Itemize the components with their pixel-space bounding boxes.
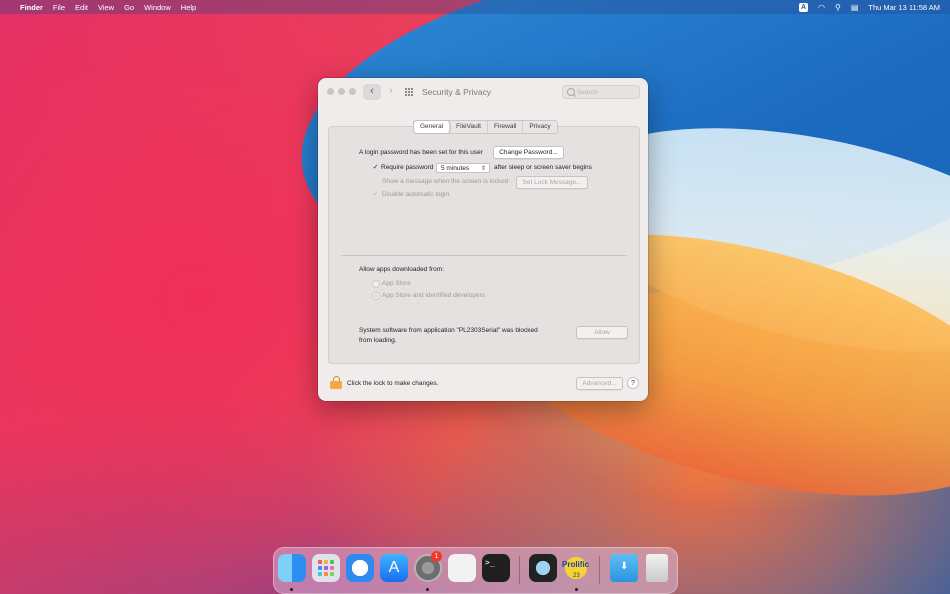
menu-go[interactable]: Go xyxy=(124,3,134,12)
menu-view[interactable]: View xyxy=(98,3,114,12)
prolific-sublabel: 23 xyxy=(573,573,580,579)
dock-separator xyxy=(519,556,520,584)
menu-file[interactable]: File xyxy=(53,3,65,12)
radio-app-store-identified[interactable] xyxy=(372,292,380,300)
menu-edit[interactable]: Edit xyxy=(75,3,88,12)
dock-downloads-folder-icon[interactable]: ⬇ xyxy=(610,554,638,582)
security-privacy-window: ‹ › Security & Privacy Search General Fi… xyxy=(318,78,648,401)
prolific-label: Prolific xyxy=(562,560,590,569)
spotlight-icon[interactable]: ⚲ xyxy=(835,3,841,12)
dock-terminal-icon[interactable]: >_ xyxy=(482,554,510,582)
input-source-icon[interactable]: A xyxy=(799,2,809,12)
blocked-software-text-line1: System software from application "PL2303… xyxy=(359,327,538,334)
search-icon xyxy=(567,88,575,96)
change-password-button[interactable]: Change Password... xyxy=(493,146,564,159)
menu-help[interactable]: Help xyxy=(181,3,196,12)
require-password-delay-value: 5 minutes xyxy=(441,165,470,172)
general-panel: A login password has been set for this u… xyxy=(328,126,640,364)
search-placeholder: Search xyxy=(577,89,598,96)
dock-quicktime-icon[interactable] xyxy=(529,554,557,582)
menubar-status-area: A ◠ ⚲ ▤ Thu Mar 13 11:58 AM xyxy=(799,2,940,12)
lock-icon[interactable] xyxy=(330,376,342,389)
wifi-icon[interactable]: ◠ xyxy=(818,3,825,12)
minimize-button[interactable] xyxy=(338,88,345,95)
tab-firewall[interactable]: Firewall xyxy=(488,121,524,133)
launchpad-grid-icon xyxy=(318,560,334,576)
allow-button[interactable]: Allow xyxy=(576,326,628,339)
section-divider xyxy=(341,255,627,256)
dock-finder-icon[interactable] xyxy=(278,554,306,582)
back-button[interactable]: ‹ xyxy=(363,84,381,100)
dock-app-store-icon[interactable]: A xyxy=(380,554,408,582)
zoom-button[interactable] xyxy=(349,88,356,95)
window-titlebar: ‹ › Security & Privacy Search xyxy=(318,78,648,106)
show-all-grid-icon[interactable] xyxy=(405,88,414,97)
close-button[interactable] xyxy=(327,88,334,95)
running-indicator xyxy=(426,588,429,591)
show-message-checkbox[interactable] xyxy=(372,178,379,185)
tab-privacy[interactable]: Privacy xyxy=(523,121,556,133)
blocked-software-text-line2: from loading. xyxy=(359,337,397,344)
require-password-delay-select[interactable]: 5 minutes ⇕ xyxy=(436,163,490,173)
select-arrows-icon: ⇕ xyxy=(480,166,486,172)
lock-text: Click the lock to make changes. xyxy=(347,380,439,387)
allow-apps-heading: Allow apps downloaded from: xyxy=(359,266,444,273)
tab-filevault[interactable]: FileVault xyxy=(450,121,488,133)
notification-badge: 1 xyxy=(431,551,442,562)
menubar-clock[interactable]: Thu Mar 13 11:58 AM xyxy=(868,3,940,12)
download-arrow-icon: ⬇ xyxy=(620,561,629,572)
require-password-checkbox[interactable]: ✓ xyxy=(372,164,379,171)
lock-body xyxy=(330,381,342,389)
help-button[interactable]: ? xyxy=(627,377,639,389)
control-center-icon[interactable]: ▤ xyxy=(851,3,859,12)
disable-auto-login-label: Disable automatic login xyxy=(382,191,450,198)
dock-prolific-icon[interactable]: Prolific 23 xyxy=(562,554,590,582)
advanced-button[interactable]: Advanced... xyxy=(576,377,623,390)
require-password-label: Require password xyxy=(381,164,434,171)
running-indicator xyxy=(575,588,578,591)
radio-app-store-identified-label: App Store and identified developers xyxy=(382,292,485,299)
set-lock-message-button[interactable]: Set Lock Message... xyxy=(516,176,588,189)
menu-window[interactable]: Window xyxy=(144,3,171,12)
dock-trash-icon[interactable] xyxy=(646,554,668,582)
login-password-text: A login password has been set for this u… xyxy=(359,149,483,156)
dock-printer-icon[interactable] xyxy=(448,554,476,582)
menu-app-name[interactable]: Finder xyxy=(20,3,43,12)
dock-separator xyxy=(599,556,600,584)
search-field[interactable]: Search xyxy=(562,85,640,99)
tab-general[interactable]: General xyxy=(414,121,451,133)
radio-app-store-label: App Store xyxy=(382,280,411,287)
tab-bar: General FileVault Firewall Privacy xyxy=(413,120,558,134)
menubar: Finder File Edit View Go Window Help A ◠… xyxy=(0,0,950,14)
running-indicator xyxy=(290,588,293,591)
disable-auto-login-checkbox[interactable]: ✓ xyxy=(372,191,379,198)
dock: A >_ Prolific 23 ⬇ xyxy=(273,547,678,594)
show-message-label: Show a message when the screen is locked xyxy=(382,178,509,185)
forward-button[interactable]: › xyxy=(382,84,400,100)
window-title: Security & Privacy xyxy=(422,87,491,97)
dock-launchpad-icon[interactable] xyxy=(312,554,340,582)
radio-app-store[interactable] xyxy=(372,280,380,288)
after-sleep-text: after sleep or screen saver begins xyxy=(494,164,592,171)
dock-safari-icon[interactable] xyxy=(346,554,374,582)
